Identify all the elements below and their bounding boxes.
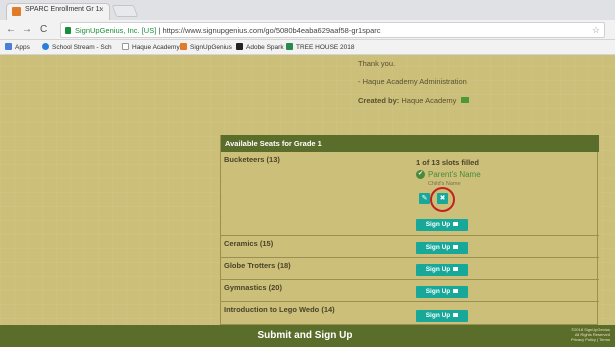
cart-icon [453, 289, 459, 293]
signupgenius-icon [180, 43, 187, 50]
url-text: SignUpGenius, Inc. [US] | https://www.si… [75, 26, 381, 35]
bookmark-adobe-spark[interactable]: Adobe Spark [236, 43, 284, 51]
check-icon: ✔ [416, 170, 425, 179]
apps-grid-icon [5, 43, 12, 50]
bookmark-tree-house[interactable]: TREE HOUSE 2018 [286, 43, 355, 51]
table-row: Ceramics (15) Sign Up [221, 236, 599, 258]
lock-icon [65, 27, 71, 34]
activity-name: Introduction to Lego Wedo (14) [224, 305, 335, 314]
thank-you-text: Thank you. [358, 59, 396, 68]
parent-name: Parent's Name [428, 170, 481, 179]
signup-button[interactable]: Sign Up [416, 264, 468, 276]
table-row: Globe Trotters (18) Sign Up [221, 258, 599, 280]
signupgenius-favicon-icon [12, 7, 21, 16]
page-icon [122, 43, 129, 50]
table-row: Bucketeers (13) 1 of 13 slots filled ✔ P… [221, 152, 599, 236]
activity-name: Globe Trotters (18) [224, 261, 291, 270]
email-icon[interactable] [460, 97, 469, 103]
url-separator: | [158, 26, 161, 35]
activity-name: Bucketeers (13) [224, 155, 280, 164]
new-tab-button[interactable] [111, 5, 139, 17]
bookmarks-bar: Apps School Stream - Sch Haque Academy S… [0, 40, 615, 55]
cart-icon [453, 313, 459, 317]
highlight-circle [430, 187, 455, 212]
signup-button[interactable]: Sign Up [416, 242, 468, 254]
signup-button[interactable]: Sign Up [416, 219, 468, 231]
bookmark-school-stream[interactable]: School Stream - Sch [42, 43, 112, 51]
bookmark-star-icon[interactable]: ☆ [592, 25, 600, 36]
reload-icon[interactable]: C [40, 24, 47, 35]
table-row: Introduction to Lego Wedo (14) Sign Up [221, 302, 599, 325]
bookmark-haque-academy[interactable]: Haque Academy [122, 43, 180, 51]
close-tab-icon[interactable]: × [99, 5, 104, 14]
panel-header: Available Seats for Grade 1 [221, 135, 599, 152]
signup-button[interactable]: Sign Up [416, 286, 468, 298]
tab-bar: SPARC Enrollment Gr 1: × [0, 0, 615, 20]
tree-house-icon [286, 43, 293, 50]
signup-button[interactable]: Sign Up [416, 310, 468, 322]
edit-icon[interactable]: ✎ [419, 193, 430, 204]
created-by-line: Created by: Haque Academy [358, 96, 469, 105]
cart-icon [453, 245, 459, 249]
url-value: https://www.signupgenius.com/go/5080b4ea… [162, 26, 381, 35]
activity-name: Ceramics (15) [224, 239, 274, 248]
bookmark-apps[interactable]: Apps [5, 43, 30, 51]
panel-title: Available Seats for Grade 1 [225, 139, 322, 148]
page-content: Thank you. - Haque Academy Administratio… [0, 55, 615, 347]
seats-panel: Available Seats for Grade 1 Bucketeers (… [220, 135, 599, 325]
submit-and-sign-up-button[interactable]: Submit and Sign Up [230, 325, 380, 347]
adobe-spark-icon [236, 43, 243, 50]
slots-filled: 1 of 13 slots filled [416, 158, 479, 167]
cart-icon [453, 267, 459, 271]
child-name: Child's Name [428, 181, 461, 187]
back-icon[interactable]: ← [6, 24, 16, 35]
cart-icon [453, 222, 459, 226]
activity-name: Gymnastics (20) [224, 283, 282, 292]
created-by-name: Haque Academy [401, 96, 457, 105]
footer-credits: ©2018 SignUpGenius All Rights Reserved P… [571, 327, 610, 342]
site-identity: SignUpGenius, Inc. [US] [75, 26, 157, 35]
address-bar: ← → C SignUpGenius, Inc. [US] | https://… [0, 20, 615, 40]
url-input[interactable]: SignUpGenius, Inc. [US] | https://www.si… [60, 22, 605, 38]
table-row: Gymnastics (20) Sign Up [221, 280, 599, 302]
bookmark-signupgenius[interactable]: SignUpGenius [180, 43, 232, 51]
created-by-label: Created by: [358, 96, 400, 105]
school-stream-icon [42, 43, 49, 50]
signature-text: - Haque Academy Administration [358, 77, 467, 86]
browser-tab[interactable]: SPARC Enrollment Gr 1: × [6, 3, 110, 20]
forward-icon[interactable]: → [22, 24, 32, 35]
tab-title: SPARC Enrollment Gr 1: [25, 6, 102, 13]
